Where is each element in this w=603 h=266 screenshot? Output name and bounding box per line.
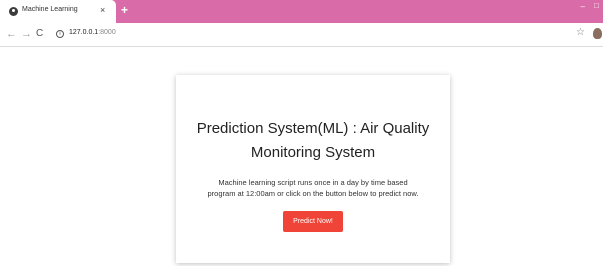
tab-strip: Machine Learning × + – □ <box>0 0 603 23</box>
avatar-icon[interactable] <box>593 28 602 39</box>
description-line-1: Machine learning script runs once in a d… <box>218 178 408 187</box>
bookmark-star-icon[interactable]: ☆ <box>576 27 585 38</box>
page-title-line-2: Monitoring System <box>250 144 376 161</box>
browser-window: Machine Learning × + – □ ← → C i 127.0.0… <box>0 0 603 266</box>
globe-icon <box>9 7 18 16</box>
browser-toolbar: ← → C i 127.0.0.1:8000 ☆ <box>0 23 603 47</box>
site-info-icon[interactable]: i <box>56 30 64 38</box>
forward-arrow-icon[interactable]: → <box>21 27 32 41</box>
reload-icon[interactable]: C <box>36 27 43 41</box>
page-title: Prediction System(ML) : Air Quality Moni… <box>176 117 450 165</box>
predict-now-button[interactable]: Predict Now! <box>283 211 343 232</box>
maximize-button[interactable]: □ <box>594 1 599 10</box>
browser-tab[interactable]: Machine Learning × <box>0 0 116 23</box>
close-tab-icon[interactable]: × <box>100 5 105 15</box>
address-bar[interactable]: 127.0.0.1:8000 <box>69 29 116 36</box>
url-port: :8000 <box>98 29 116 36</box>
tab-title: Machine Learning <box>22 6 78 13</box>
back-arrow-icon[interactable]: ← <box>6 27 17 41</box>
new-tab-button[interactable]: + <box>121 4 128 16</box>
url-host: 127.0.0.1 <box>69 29 99 36</box>
page-description: Machine learning script runs once in a d… <box>176 177 450 199</box>
prediction-card: Prediction System(ML) : Air Quality Moni… <box>176 75 450 263</box>
minimize-button[interactable]: – <box>581 2 585 11</box>
description-line-2: program at 12:00am or click on the butto… <box>207 189 419 198</box>
page-title-line-1: Prediction System(ML) : Air Quality <box>196 120 430 137</box>
